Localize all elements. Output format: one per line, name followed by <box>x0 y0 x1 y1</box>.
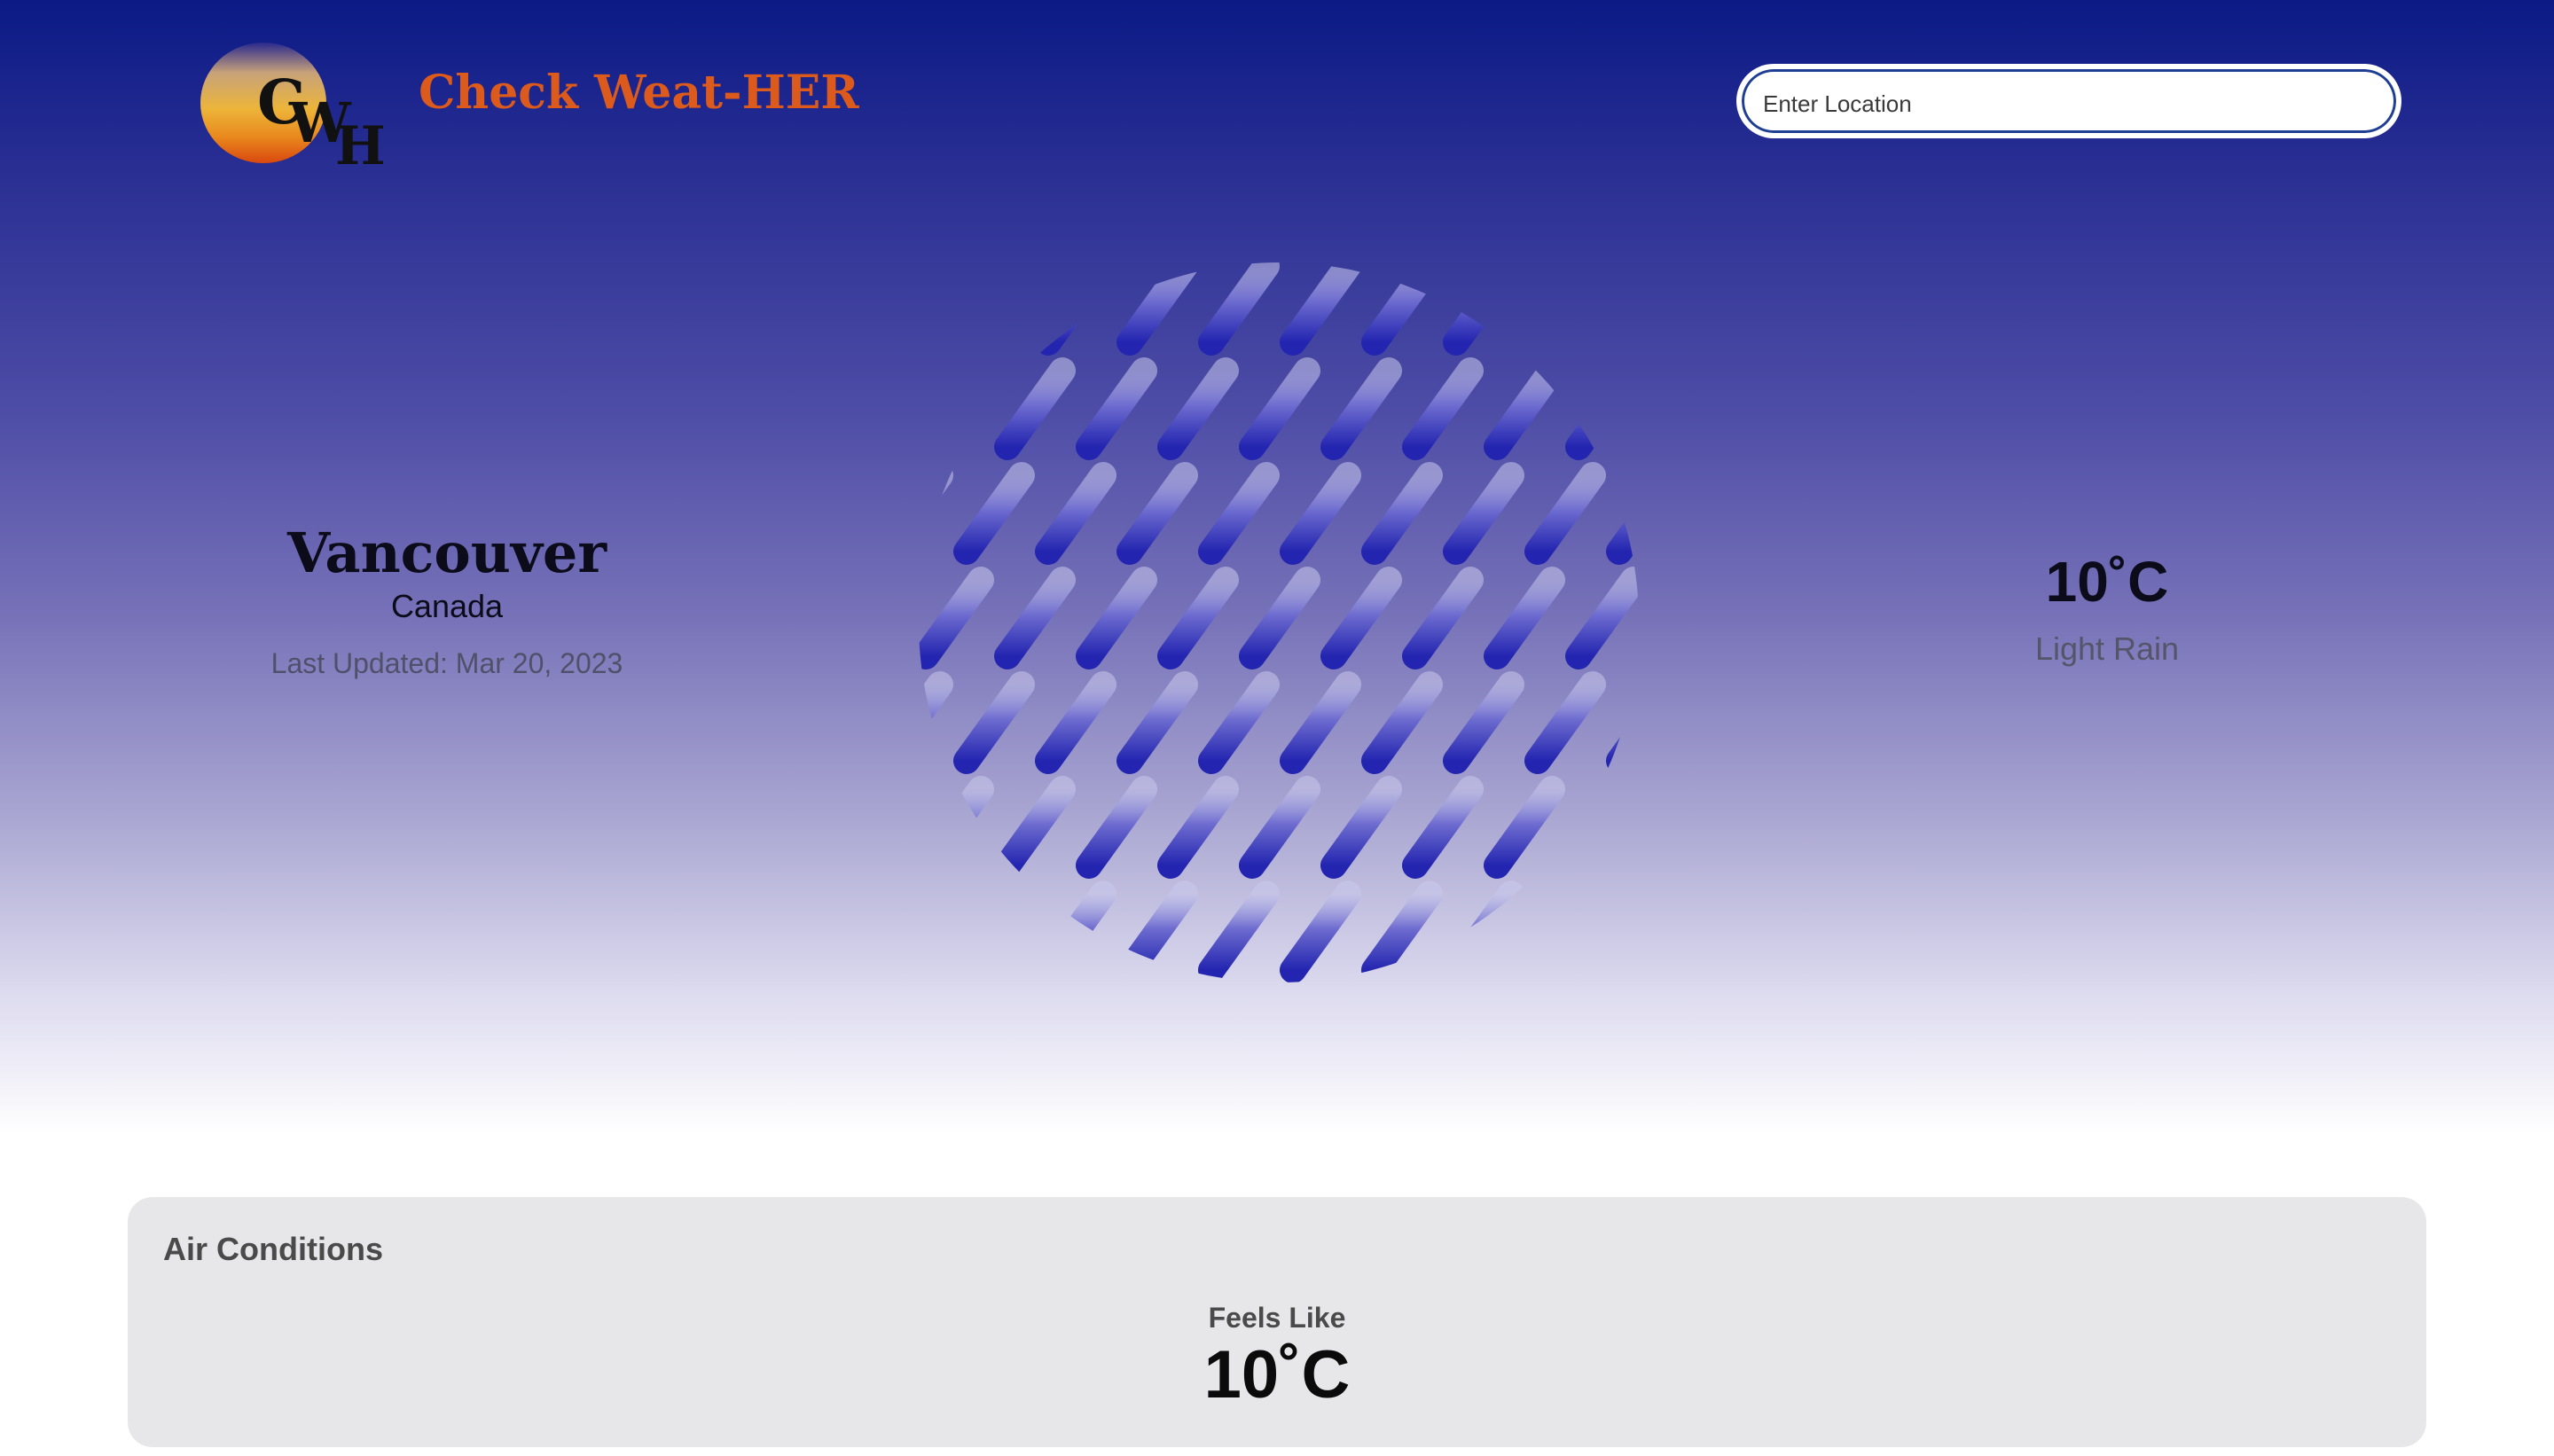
rain-streak <box>1239 357 1320 460</box>
rain-streak <box>1239 776 1320 879</box>
rain-streak <box>994 567 1076 669</box>
current-temperature: 10˚C <box>2045 550 2169 614</box>
rain-streak <box>1484 567 1565 669</box>
rain-streak <box>919 881 953 982</box>
rain-streak <box>1524 462 1606 565</box>
current-weather: 10˚C Light Rain <box>1933 550 2281 667</box>
rain-streak <box>1443 671 1524 774</box>
rain-streak <box>919 671 953 774</box>
rain-streak <box>919 776 994 879</box>
rain-streak <box>953 462 1035 565</box>
rain-streak <box>1565 776 1639 879</box>
rain-streak <box>953 262 1035 356</box>
rain-streak <box>1484 776 1565 879</box>
rain-streak <box>1280 881 1361 982</box>
app-title[interactable]: Check Weat-HER <box>419 66 859 120</box>
rain-streak <box>1606 462 1639 565</box>
rain-streak <box>1361 462 1443 565</box>
feels-like: Feels Like 10˚C <box>1100 1302 1454 1413</box>
app-logo[interactable]: C W H <box>200 43 386 177</box>
location-info: Vancouver Canada Last Updated: Mar 20, 2… <box>177 521 717 680</box>
rain-streak <box>953 881 1035 982</box>
rain-streak <box>1035 671 1116 774</box>
rain-streak <box>1280 262 1361 356</box>
rain-streak <box>1076 357 1157 460</box>
rain-streak <box>1198 262 1280 356</box>
rain-streak <box>1565 357 1639 460</box>
rain-streak <box>1565 567 1639 669</box>
rain-streak <box>1320 776 1402 879</box>
rain-streak <box>1484 357 1565 460</box>
rain-illustration <box>919 262 1639 982</box>
rain-streak <box>1157 567 1239 669</box>
rain-streak <box>1035 881 1116 982</box>
feels-like-label: Feels Like <box>1208 1302 1346 1334</box>
rain-streak <box>919 462 953 565</box>
rain-streak <box>1198 462 1280 565</box>
country-name: Canada <box>390 588 504 624</box>
rain-streak <box>994 776 1076 879</box>
rain-streak <box>1076 567 1157 669</box>
rain-streak <box>1116 262 1198 356</box>
rain-streak <box>1157 357 1239 460</box>
rain-streak <box>1524 671 1606 774</box>
rain-streak <box>1320 567 1402 669</box>
feels-like-value: 10˚C <box>1203 1337 1351 1413</box>
rain-streak <box>1361 881 1443 982</box>
rain-streak <box>1443 881 1524 982</box>
rain-streak <box>1524 881 1606 982</box>
rain-streak <box>1239 567 1320 669</box>
rain-streak <box>1402 567 1484 669</box>
rain-streak <box>919 357 994 460</box>
rain-streak <box>1402 357 1484 460</box>
rain-streak <box>994 357 1076 460</box>
last-updated: Last Updated: Mar 20, 2023 <box>270 647 623 679</box>
rain-streak <box>919 262 953 356</box>
rain-streak <box>1443 462 1524 565</box>
rain-streak <box>1606 881 1639 982</box>
weather-condition: Light Rain <box>2034 630 2180 667</box>
rain-streak <box>1116 671 1198 774</box>
rain-streak <box>1076 776 1157 879</box>
rain-streak <box>1198 671 1280 774</box>
rain-streak <box>1606 671 1639 774</box>
rain-streak <box>1198 881 1280 982</box>
rain-streak <box>1361 671 1443 774</box>
rain-streak <box>1320 357 1402 460</box>
rain-streak <box>919 567 994 669</box>
rain-streak <box>1116 881 1198 982</box>
rain-streak <box>1361 262 1443 356</box>
air-conditions-title: Air Conditions <box>163 1231 383 1267</box>
location-search-input[interactable] <box>1761 78 2377 129</box>
rain-streak <box>1443 262 1524 356</box>
rain-streak <box>1402 776 1484 879</box>
rain-streak <box>1116 462 1198 565</box>
location-search[interactable] <box>1738 66 2400 137</box>
air-conditions-card: Air Conditions Feels Like 10˚C <box>128 1197 2426 1447</box>
rain-streak <box>953 671 1035 774</box>
rain-streak <box>1524 262 1606 356</box>
rain-streak <box>1035 262 1116 356</box>
rain-streak <box>1606 262 1639 356</box>
city-name: Vancouver <box>287 521 607 585</box>
logo-letter-h: H <box>335 115 386 177</box>
rain-streak <box>1280 671 1361 774</box>
rain-streak <box>1157 776 1239 879</box>
rain-streak <box>1035 462 1116 565</box>
rain-streak <box>1280 462 1361 565</box>
rain-icon <box>913 257 1649 993</box>
